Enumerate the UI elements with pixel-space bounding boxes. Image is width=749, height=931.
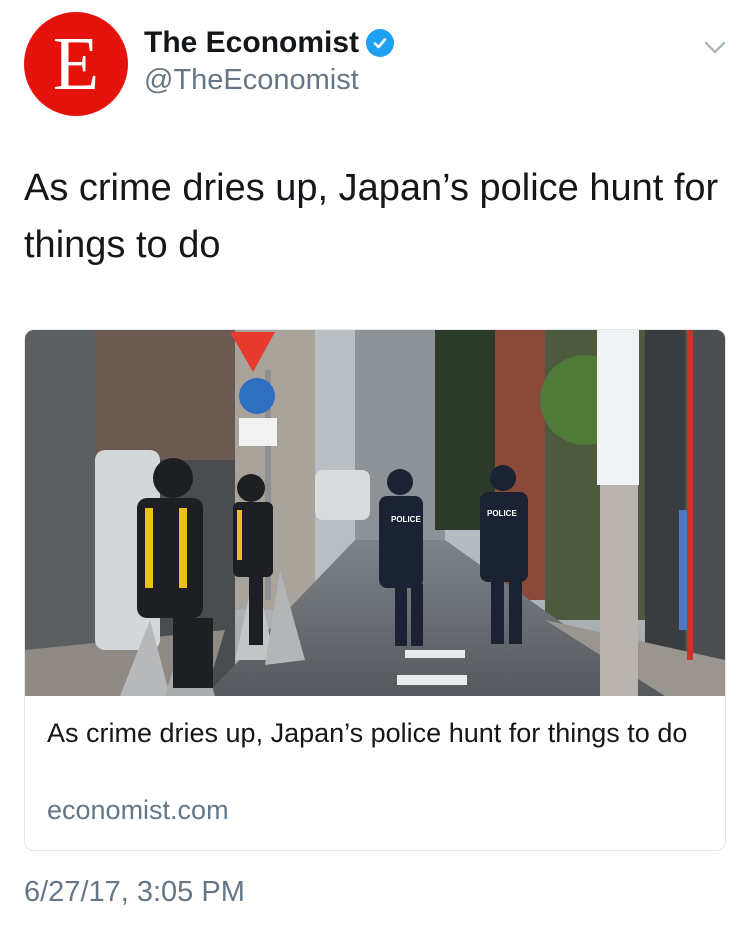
tweet-header: E The Economist @TheEconomist: [0, 0, 749, 130]
vest-label-2: POLICE: [487, 509, 517, 518]
tweet-text: As crime dries up, Japan’s police hunt f…: [24, 167, 719, 266]
link-card[interactable]: POLICE POLICE As crime dries up, Japan’s…: [24, 329, 726, 851]
vest-label-1: POLICE: [391, 515, 421, 524]
display-name[interactable]: The Economist: [144, 26, 359, 60]
card-title[interactable]: As crime dries up, Japan’s police hunt f…: [47, 715, 707, 752]
card-photo[interactable]: POLICE POLICE: [25, 330, 725, 696]
verified-badge-icon: [366, 29, 394, 57]
avatar-letter: E: [52, 22, 100, 106]
tweet-timestamp[interactable]: 6/27/17, 3:05 PM: [24, 876, 245, 909]
user-handle[interactable]: @TheEconomist: [144, 64, 359, 97]
street-photo: POLICE POLICE: [25, 330, 725, 696]
avatar[interactable]: E: [24, 12, 128, 116]
card-domain[interactable]: economist.com: [47, 795, 229, 826]
chevron-down-icon[interactable]: [700, 32, 730, 62]
